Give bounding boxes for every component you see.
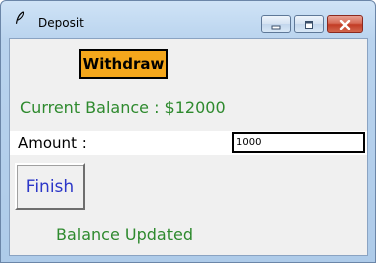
maximize-button[interactable] [294, 15, 324, 33]
minimize-icon [270, 15, 282, 34]
title-bar[interactable]: Deposit [1, 1, 375, 33]
status-message: Balance Updated [56, 225, 193, 244]
close-icon [339, 15, 351, 34]
window-client-area: Withdraw Current Balance : $12000 Amount… [9, 38, 368, 256]
amount-label: Amount : [18, 134, 87, 152]
current-balance-label: Current Balance : $12000 [20, 98, 226, 117]
deposit-window: Deposit Withdraw Current Balance: $1200… [0, 0, 376, 263]
finish-button[interactable]: Finish [15, 163, 85, 210]
close-button[interactable] [327, 15, 363, 33]
withdraw-header-label: Withdraw [79, 49, 168, 79]
amount-input[interactable] [232, 132, 365, 153]
amount-row: Amount : [10, 131, 367, 155]
minimize-button[interactable] [261, 15, 291, 33]
window-title: Deposit [38, 16, 84, 30]
maximize-icon [303, 15, 315, 34]
feather-icon [15, 10, 25, 24]
